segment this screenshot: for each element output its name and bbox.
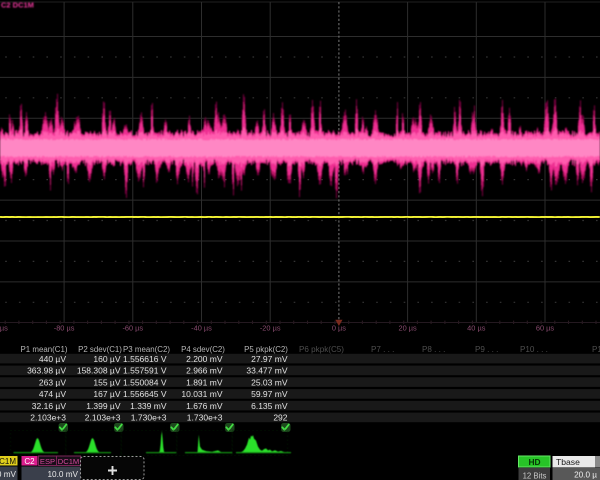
svg-text:1.556616 V: 1.556616 V: [123, 354, 167, 364]
svg-text:440 µV: 440 µV: [39, 354, 66, 364]
svg-text:P6 pkpk(C5): P6 pkpk(C5): [299, 345, 344, 354]
svg-text:HD: HD: [528, 457, 540, 467]
svg-text:33.477 mV: 33.477 mV: [246, 366, 287, 376]
svg-text:158.308 µV: 158.308 µV: [77, 366, 121, 376]
svg-text:P10 . . .: P10 . . .: [520, 345, 548, 354]
svg-text:2.103e+3: 2.103e+3: [85, 413, 121, 423]
svg-text:C2 DC1M: C2 DC1M: [1, 1, 34, 10]
svg-text:474 µV: 474 µV: [39, 389, 66, 399]
svg-text:DC1M: DC1M: [0, 457, 16, 466]
svg-text:20 µs: 20 µs: [398, 324, 417, 333]
svg-text:-20 µs: -20 µs: [260, 324, 281, 333]
svg-text:292: 292: [273, 413, 287, 423]
svg-text:32.16 µV: 32.16 µV: [32, 401, 67, 411]
svg-text:P11: P11: [592, 345, 600, 354]
svg-text:10.0 mV: 10.0 mV: [48, 470, 79, 479]
svg-text:0 µs: 0 µs: [332, 324, 346, 333]
svg-text:P9 . . .: P9 . . .: [475, 345, 498, 354]
svg-text:1.399 µV: 1.399 µV: [86, 401, 121, 411]
svg-text:25.03 mV: 25.03 mV: [251, 377, 288, 387]
svg-text:Tbase: Tbase: [556, 457, 580, 467]
svg-text:1.339 mV: 1.339 mV: [130, 401, 167, 411]
svg-text:2.103e+3: 2.103e+3: [30, 413, 66, 423]
svg-text:12 Bits: 12 Bits: [523, 471, 547, 480]
svg-text:1.891 mV: 1.891 mV: [186, 377, 223, 387]
svg-text:ESP: ESP: [40, 457, 55, 466]
svg-text:C2: C2: [24, 457, 35, 466]
svg-text:1.556645 V: 1.556645 V: [123, 389, 167, 399]
svg-text:167 µV: 167 µV: [93, 389, 120, 399]
svg-text:160 µV: 160 µV: [93, 354, 120, 364]
svg-text:20.0 µ: 20.0 µ: [574, 471, 597, 480]
svg-text:P7 . . .: P7 . . .: [371, 345, 394, 354]
svg-text:59.97 mV: 59.97 mV: [251, 389, 288, 399]
svg-text:1.550084 V: 1.550084 V: [123, 377, 167, 387]
svg-text:-100 µs: -100 µs: [0, 324, 8, 333]
svg-text:-60 µs: -60 µs: [122, 324, 143, 333]
svg-text:0 mV: 0 mV: [0, 470, 17, 479]
svg-text:1.557591 V: 1.557591 V: [123, 366, 167, 376]
svg-text:1.730e+3: 1.730e+3: [131, 413, 167, 423]
svg-text:1.730e+3: 1.730e+3: [187, 413, 223, 423]
svg-text:-80 µs: -80 µs: [54, 324, 75, 333]
svg-text:1.676 mV: 1.676 mV: [186, 401, 223, 411]
svg-text:40 µs: 40 µs: [467, 324, 486, 333]
svg-text:155 µV: 155 µV: [93, 377, 120, 387]
svg-text:60 µs: 60 µs: [536, 324, 555, 333]
svg-text:-40 µs: -40 µs: [191, 324, 212, 333]
svg-text:10.031 mV: 10.031 mV: [181, 389, 222, 399]
svg-text:363.98 µV: 363.98 µV: [27, 366, 66, 376]
svg-text:P8 . . .: P8 . . .: [422, 345, 445, 354]
svg-text:2.966 mV: 2.966 mV: [186, 366, 223, 376]
svg-text:DC1M: DC1M: [58, 457, 80, 466]
svg-text:263 µV: 263 µV: [39, 377, 66, 387]
svg-text:27.97 mV: 27.97 mV: [251, 354, 288, 364]
svg-text:6.135 mV: 6.135 mV: [251, 401, 288, 411]
svg-text:2.200 mV: 2.200 mV: [186, 354, 223, 364]
